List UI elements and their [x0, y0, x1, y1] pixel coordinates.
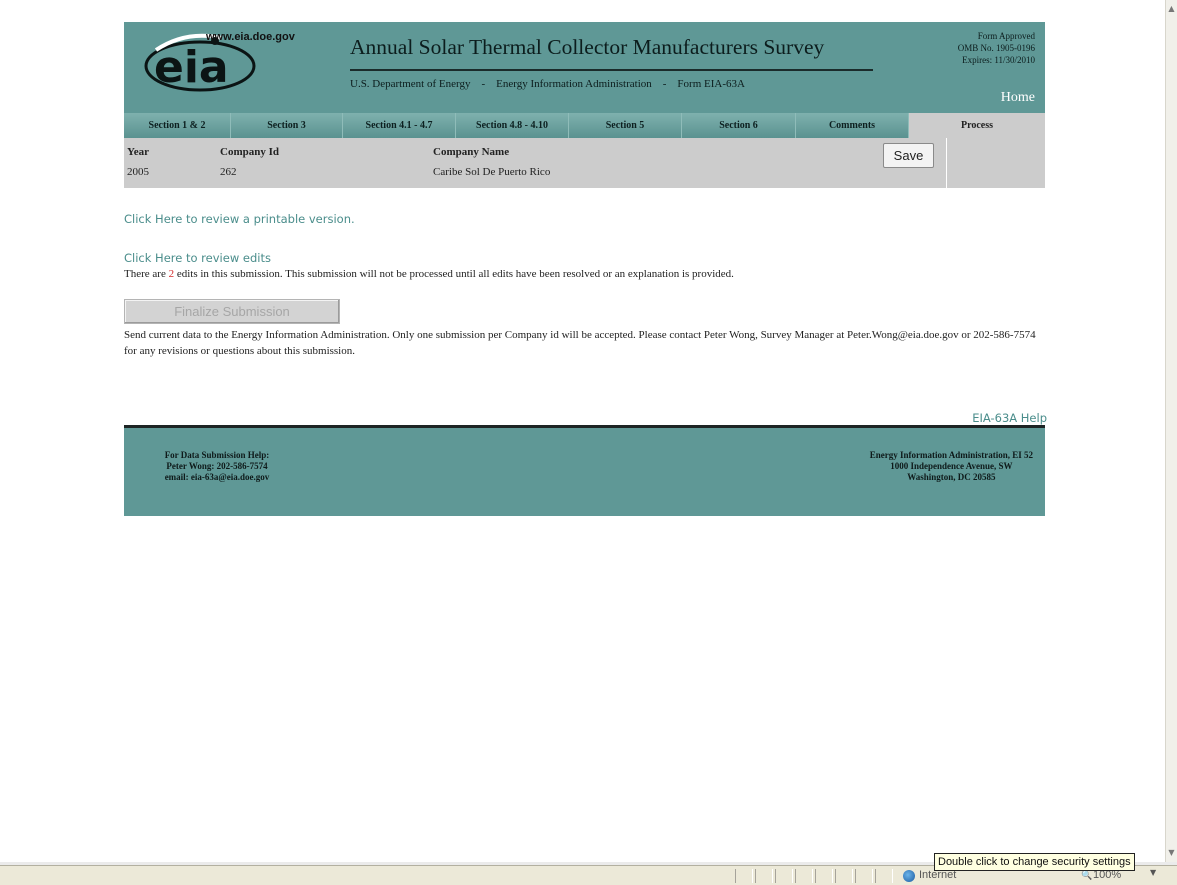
year-label: Year	[127, 146, 149, 158]
page-footer: For Data Submission Help: Peter Wong: 20…	[124, 428, 1045, 516]
form-approval: Form Approved OMB No. 1905-0196 Expires:…	[958, 30, 1035, 66]
title-divider	[350, 69, 873, 71]
page-header: eia www.eia.doe.gov Annual Solar Thermal…	[124, 22, 1045, 113]
edits-prefix: There are	[124, 268, 169, 280]
tab-section-4-1[interactable]: Section 4.1 - 4.7	[343, 113, 456, 138]
survey-frame: eia www.eia.doe.gov Annual Solar Thermal…	[124, 22, 1047, 516]
company-id-label: Company Id	[220, 146, 279, 158]
finalize-submission-button[interactable]: Finalize Submission	[124, 299, 340, 324]
approval-line: Form Approved	[977, 31, 1035, 41]
company-id-value: 262	[220, 166, 237, 178]
section-tabs: Section 1 & 2 Section 3 Section 4.1 - 4.…	[124, 113, 1045, 138]
tab-process[interactable]: Process	[909, 113, 1045, 138]
info-divider	[946, 138, 947, 188]
department-name: U.S. Department of Energy	[350, 78, 471, 90]
status-pane	[855, 869, 873, 883]
edits-suffix: edits in this submission. This submissio…	[174, 268, 734, 280]
company-info: Year 2005 Company Id 262 Company Name Ca…	[124, 138, 1045, 188]
form-name: Form EIA-63A	[677, 78, 745, 90]
site-url[interactable]: www.eia.doe.gov	[206, 31, 295, 43]
internet-zone-icon[interactable]	[903, 870, 915, 882]
tab-section-4-8[interactable]: Section 4.8 - 4.10	[456, 113, 569, 138]
help-link[interactable]: EIA-63A Help	[972, 411, 1047, 425]
printable-version-link[interactable]: Click Here to review a printable version…	[124, 212, 355, 226]
security-tooltip: Double click to change security settings	[934, 853, 1135, 871]
company-name-label: Company Name	[433, 146, 510, 158]
status-pane	[735, 869, 753, 883]
subtitle-separator: -	[662, 78, 667, 90]
status-pane	[775, 869, 793, 883]
home-link[interactable]: Home	[1001, 90, 1035, 106]
help-email: email: eia-63a@eia.doe.gov	[164, 472, 270, 482]
expiry-date: Expires: 11/30/2010	[962, 55, 1035, 65]
process-content: Click Here to review a printable version…	[124, 188, 1047, 425]
subtitle-separator: -	[481, 78, 486, 90]
status-pane	[755, 869, 773, 883]
browser-page: eia www.eia.doe.gov Annual Solar Thermal…	[0, 0, 1166, 862]
status-pane	[795, 869, 813, 883]
submission-instructions: Send current data to the Energy Informat…	[124, 329, 1036, 357]
submission-help: For Data Submission Help: Peter Wong: 20…	[124, 450, 310, 483]
address-city: Washington, DC 20585	[907, 472, 996, 482]
status-pane	[875, 869, 893, 883]
edits-message: There are 2 edits in this submission. Th…	[124, 268, 734, 280]
help-phone: Peter Wong: 202-586-7574	[166, 461, 268, 471]
status-pane	[835, 869, 853, 883]
logo-text: eia	[154, 42, 229, 92]
year-value: 2005	[127, 166, 149, 178]
zoom-icon[interactable]: 🔍	[1081, 871, 1092, 881]
omb-number: OMB No. 1905-0196	[957, 43, 1035, 53]
address-line: Energy Information Administration, EI 52	[869, 450, 1033, 460]
address-street: 1000 Independence Avenue, SW	[890, 461, 1013, 471]
tab-section-3[interactable]: Section 3	[231, 113, 343, 138]
chevron-down-icon[interactable]: ▼	[1150, 868, 1156, 877]
vertical-scrollbar[interactable]: ▲ ▼	[1165, 0, 1177, 862]
help-heading: For Data Submission Help:	[164, 450, 270, 460]
review-edits-link[interactable]: Click Here to review edits	[124, 251, 271, 265]
status-pane	[815, 869, 833, 883]
scroll-up-icon[interactable]: ▲	[1166, 2, 1177, 16]
tab-section-5[interactable]: Section 5	[569, 113, 682, 138]
save-button[interactable]: Save	[883, 143, 934, 168]
agency-name: Energy Information Administration	[496, 78, 652, 90]
tab-section-1-2[interactable]: Section 1 & 2	[124, 113, 231, 138]
scroll-down-icon[interactable]: ▼	[1166, 846, 1177, 860]
company-name-value: Caribe Sol De Puerto Rico	[433, 166, 551, 178]
header-subtitle: U.S. Department of Energy - Energy Infor…	[350, 78, 745, 90]
page-title: Annual Solar Thermal Collector Manufactu…	[350, 35, 825, 59]
tab-section-6[interactable]: Section 6	[682, 113, 796, 138]
tab-comments[interactable]: Comments	[796, 113, 909, 138]
agency-address: Energy Information Administration, EI 52…	[870, 450, 1033, 483]
